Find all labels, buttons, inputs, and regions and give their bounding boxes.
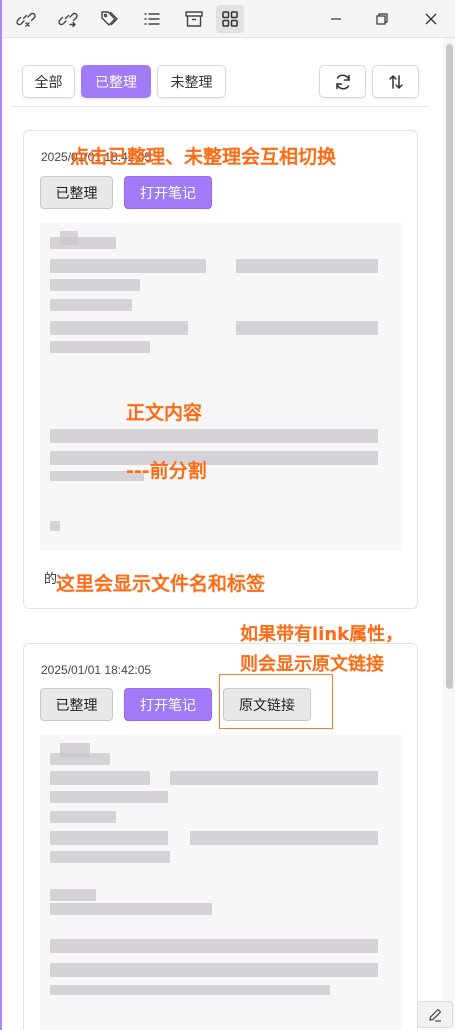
open-note-button[interactable]: 打开笔记 xyxy=(124,176,212,209)
refresh-icon xyxy=(335,74,350,89)
unlink-right-icon[interactable] xyxy=(54,5,82,33)
tags-icon[interactable] xyxy=(96,5,124,33)
open-note-button[interactable]: 打开笔记 xyxy=(124,688,212,721)
grid-icon[interactable] xyxy=(216,5,244,33)
annotation-body: 正文内容 xyxy=(126,402,203,424)
annotation-link-line2: 则会显示原文链接 xyxy=(240,654,384,675)
filter-divider xyxy=(11,106,429,107)
organized-toggle-button[interactable]: 已整理 xyxy=(40,688,113,721)
annotation-link-line1: 如果带有link属性， xyxy=(240,624,404,645)
card-date: 2025/01/01 18:42:05 xyxy=(41,663,152,677)
top-toolbar xyxy=(2,0,455,38)
sort-icon xyxy=(388,74,403,89)
organized-toggle-button[interactable]: 已整理 xyxy=(40,176,113,209)
filter-organized-button[interactable]: 已整理 xyxy=(81,65,151,98)
archive-icon[interactable] xyxy=(180,5,208,33)
close-button[interactable] xyxy=(416,5,446,33)
list-icon[interactable] xyxy=(138,5,166,33)
minimize-button[interactable] xyxy=(321,5,351,33)
sort-button[interactable] xyxy=(372,65,419,98)
card-body-content xyxy=(40,735,402,1030)
filter-all-button[interactable]: 全部 xyxy=(22,65,75,98)
note-card: 2025/01/01 18:42:05 已整理 打开笔记 的 xyxy=(23,130,418,609)
annotation-highlight-box xyxy=(219,674,333,729)
annotation-toggle: 点击已整理、未整理会互相切换 xyxy=(70,146,337,168)
restore-button[interactable] xyxy=(367,5,397,33)
refresh-button[interactable] xyxy=(319,65,366,98)
scrollbar-thumb[interactable] xyxy=(446,44,453,689)
filter-unorganized-button[interactable]: 未整理 xyxy=(157,65,226,98)
left-accent-bar xyxy=(0,0,2,1030)
unlink-left-icon[interactable] xyxy=(12,5,40,33)
card-body-content xyxy=(40,223,402,550)
annotation-divider: ---前分割 xyxy=(126,460,207,482)
edit-icon[interactable] xyxy=(417,1001,453,1028)
annotation-filename: 这里会显示文件名和标签 xyxy=(56,573,266,595)
